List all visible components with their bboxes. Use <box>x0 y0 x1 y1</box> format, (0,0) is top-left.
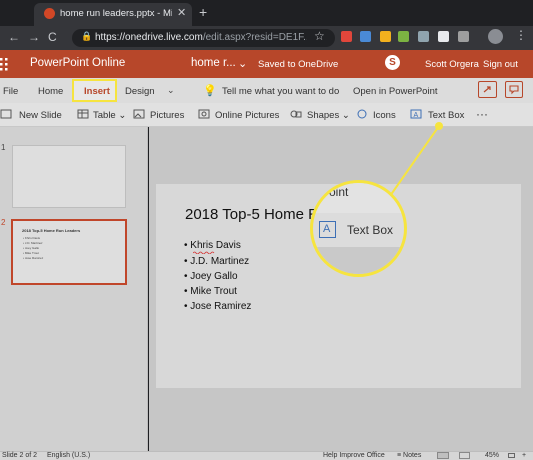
magnifier-callout: oint A Text Box <box>310 180 407 277</box>
magnified-text-box-label: Text Box <box>347 223 394 237</box>
callout-pointer-dot <box>435 122 443 130</box>
slide-counter: Slide 2 of 2 <box>2 452 38 459</box>
notes-toggle[interactable]: ≡ Notes <box>397 452 421 459</box>
language-indicator[interactable]: English (U.S.) <box>47 452 90 459</box>
slide-sorter-icon[interactable] <box>459 452 470 459</box>
help-improve-office-link[interactable]: Help Improve Office <box>323 452 385 459</box>
zoom-level[interactable]: 45% <box>485 452 499 459</box>
magnified-tab-text: oint <box>329 185 349 199</box>
magnified-canvas <box>313 247 404 274</box>
callout-pointer-line <box>389 125 440 197</box>
magnified-ribbon-tabs <box>313 183 404 213</box>
text-box-icon-letter: A <box>323 223 331 235</box>
zoom-in-icon[interactable]: + <box>522 452 526 459</box>
fit-slide-icon[interactable] <box>508 453 515 458</box>
normal-view-icon[interactable] <box>437 452 449 459</box>
